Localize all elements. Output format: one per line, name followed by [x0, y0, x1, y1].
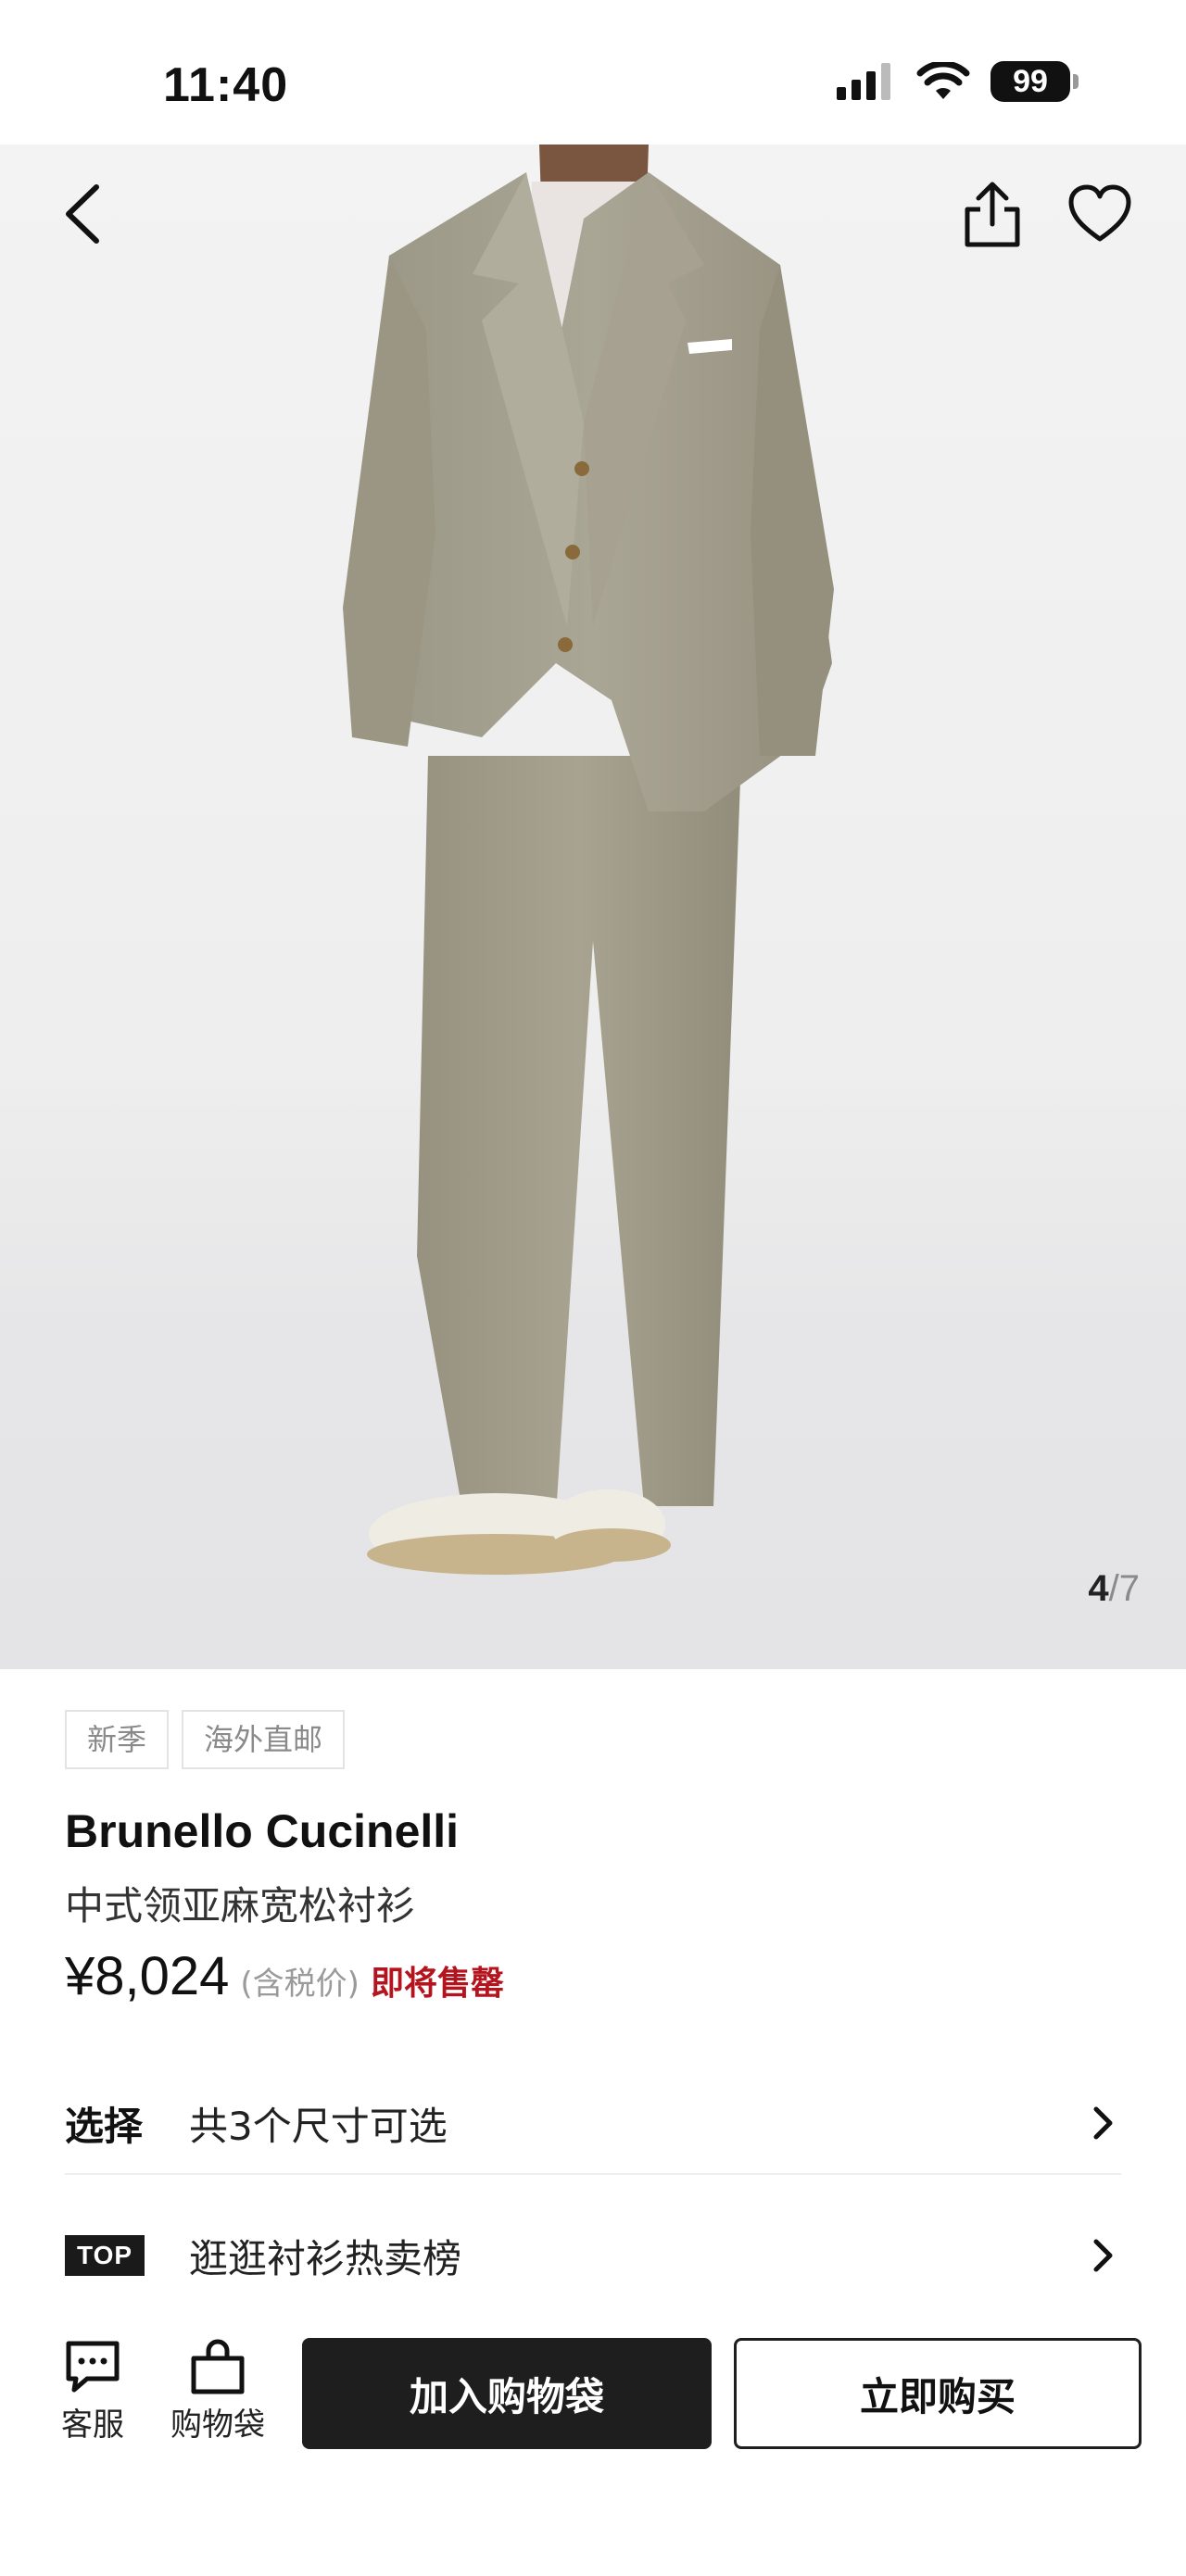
back-button[interactable] [57, 182, 113, 246]
image-page-indicator: 4/7 [1088, 1568, 1140, 1610]
share-icon [965, 182, 1020, 247]
tag-overseas-direct: 海外直邮 [182, 1710, 346, 1769]
battery-icon: 99 [990, 61, 1079, 102]
size-selector-text: 共3个尺寸可选 [189, 2103, 448, 2149]
status-time: 11:40 [163, 58, 289, 112]
wifi-icon [916, 62, 970, 99]
size-selector-row[interactable]: 选择 共3个尺寸可选 [65, 2073, 1121, 2175]
page-current: 4 [1088, 1568, 1109, 1609]
battery-level: 99 [990, 61, 1070, 102]
back-icon [66, 184, 99, 244]
stock-status-badge: 即将售罄 [370, 1965, 504, 2003]
share-button[interactable] [960, 180, 1025, 250]
customer-service-button[interactable]: 客服 [56, 2338, 130, 2444]
top-badge: TOP [65, 2235, 145, 2276]
buy-now-button[interactable]: 立即购买 [734, 2338, 1142, 2449]
price-row: ¥8,024 (含税价) 即将售罄 [65, 1945, 504, 2007]
top-ranking-text: 逛逛衬衫热卖榜 [189, 2235, 462, 2281]
price: ¥8,024 [65, 1946, 230, 2006]
status-bar: 11:40 99 [0, 0, 1186, 145]
top-ranking-row[interactable]: TOP 逛逛衬衫热卖榜 [65, 2205, 1121, 2306]
page-separator: / [1108, 1568, 1119, 1609]
product-image-carousel[interactable]: 4/7 [0, 145, 1186, 1669]
bottom-action-bar: 客服 购物袋 加入购物袋 立即购买 [0, 2325, 1186, 2464]
shopping-bag-label: 购物袋 [170, 2406, 265, 2444]
chevron-right-icon [1093, 2239, 1113, 2272]
page-total: 7 [1118, 1568, 1140, 1609]
add-to-bag-button[interactable]: 加入购物袋 [302, 2338, 712, 2449]
status-icons: 99 [837, 61, 1079, 102]
brand-name[interactable]: Brunello Cucinelli [65, 1804, 459, 1858]
chat-icon [66, 2341, 120, 2393]
signal-icon [837, 63, 890, 100]
product-tags: 新季 海外直邮 [65, 1710, 346, 1769]
product-title: 中式领亚麻宽松衬衫 [65, 1883, 416, 1929]
shopping-bag-icon [191, 2339, 245, 2394]
chevron-right-icon [1093, 2106, 1113, 2140]
product-photo [343, 145, 834, 1575]
shopping-bag-button[interactable]: 购物袋 [167, 2338, 269, 2444]
tax-note: (含税价) [240, 1966, 360, 2003]
tag-new-season: 新季 [65, 1710, 170, 1769]
size-selector-label: 选择 [65, 2103, 144, 2149]
customer-service-label: 客服 [61, 2406, 124, 2444]
favorite-button[interactable] [1066, 182, 1134, 246]
heart-icon [1068, 184, 1131, 242]
battery-tip [1073, 74, 1079, 89]
